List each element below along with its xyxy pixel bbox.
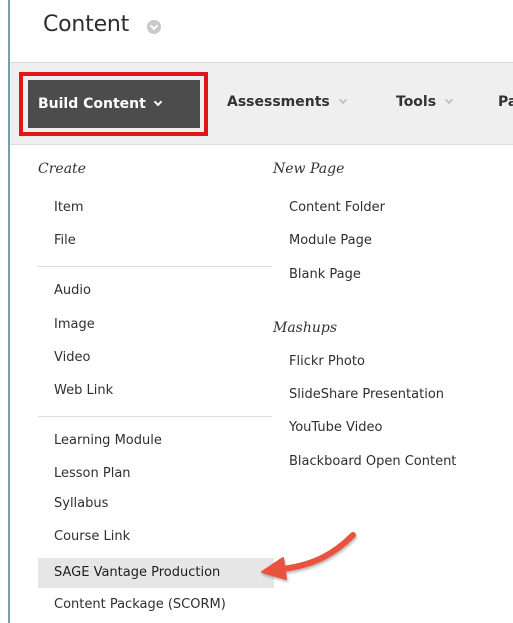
build-content-label: Build Content [38,96,146,112]
menu-divider [38,416,272,417]
menu-item-module-page[interactable]: Module Page [273,226,503,256]
arrow-annotation-icon [261,532,356,580]
chevron-down-icon [153,97,163,107]
tools-menu-button[interactable]: Tools [396,94,454,110]
chevron-down-icon [444,95,454,105]
chevron-down-icon [338,95,347,105]
chevron-down-circle-icon[interactable] [147,20,161,34]
menu-item-slideshare-presentation[interactable]: SlideShare Presentation [273,380,503,410]
menu-item-blank-page[interactable]: Blank Page [273,260,503,290]
build-content-button[interactable]: Build Content [28,80,200,128]
create-heading: Create [38,161,86,177]
menu-item-syllabus[interactable]: Syllabus [38,489,274,519]
page-title: Content [43,12,130,37]
menu-item-video[interactable]: Video [38,343,274,373]
menu-item-learning-module[interactable]: Learning Module [38,426,274,456]
menu-item-blackboard-open-content[interactable]: Blackboard Open Content [273,447,503,477]
menu-item-flickr-photo[interactable]: Flickr Photo [273,347,503,377]
partner-label: Pa [498,94,513,110]
content-page: Content Build Content Assessments Tools … [0,0,513,623]
menu-item-content-package-scorm[interactable]: Content Package (SCORM) [38,590,274,620]
page-header: Content [10,0,513,62]
assessments-label: Assessments [227,94,330,110]
menu-item-item[interactable]: Item [38,193,274,223]
menu-item-content-folder[interactable]: Content Folder [273,193,503,223]
menu-item-sage-vantage-production[interactable]: SAGE Vantage Production [38,558,274,588]
menu-item-audio[interactable]: Audio [38,276,274,306]
menu-item-file[interactable]: File [38,226,274,256]
assessments-menu-button[interactable]: Assessments [227,94,347,110]
menu-item-youtube-video[interactable]: YouTube Video [273,413,503,443]
menu-item-course-link[interactable]: Course Link [38,522,274,552]
menu-item-image[interactable]: Image [38,310,274,340]
tools-label: Tools [396,94,437,110]
new-page-heading: New Page [273,161,345,177]
partner-menu-button[interactable]: Pa [498,94,513,110]
menu-divider [38,266,272,267]
menu-item-lesson-plan[interactable]: Lesson Plan [38,459,274,489]
menu-item-web-link[interactable]: Web Link [38,376,274,406]
mashups-heading: Mashups [273,320,338,336]
